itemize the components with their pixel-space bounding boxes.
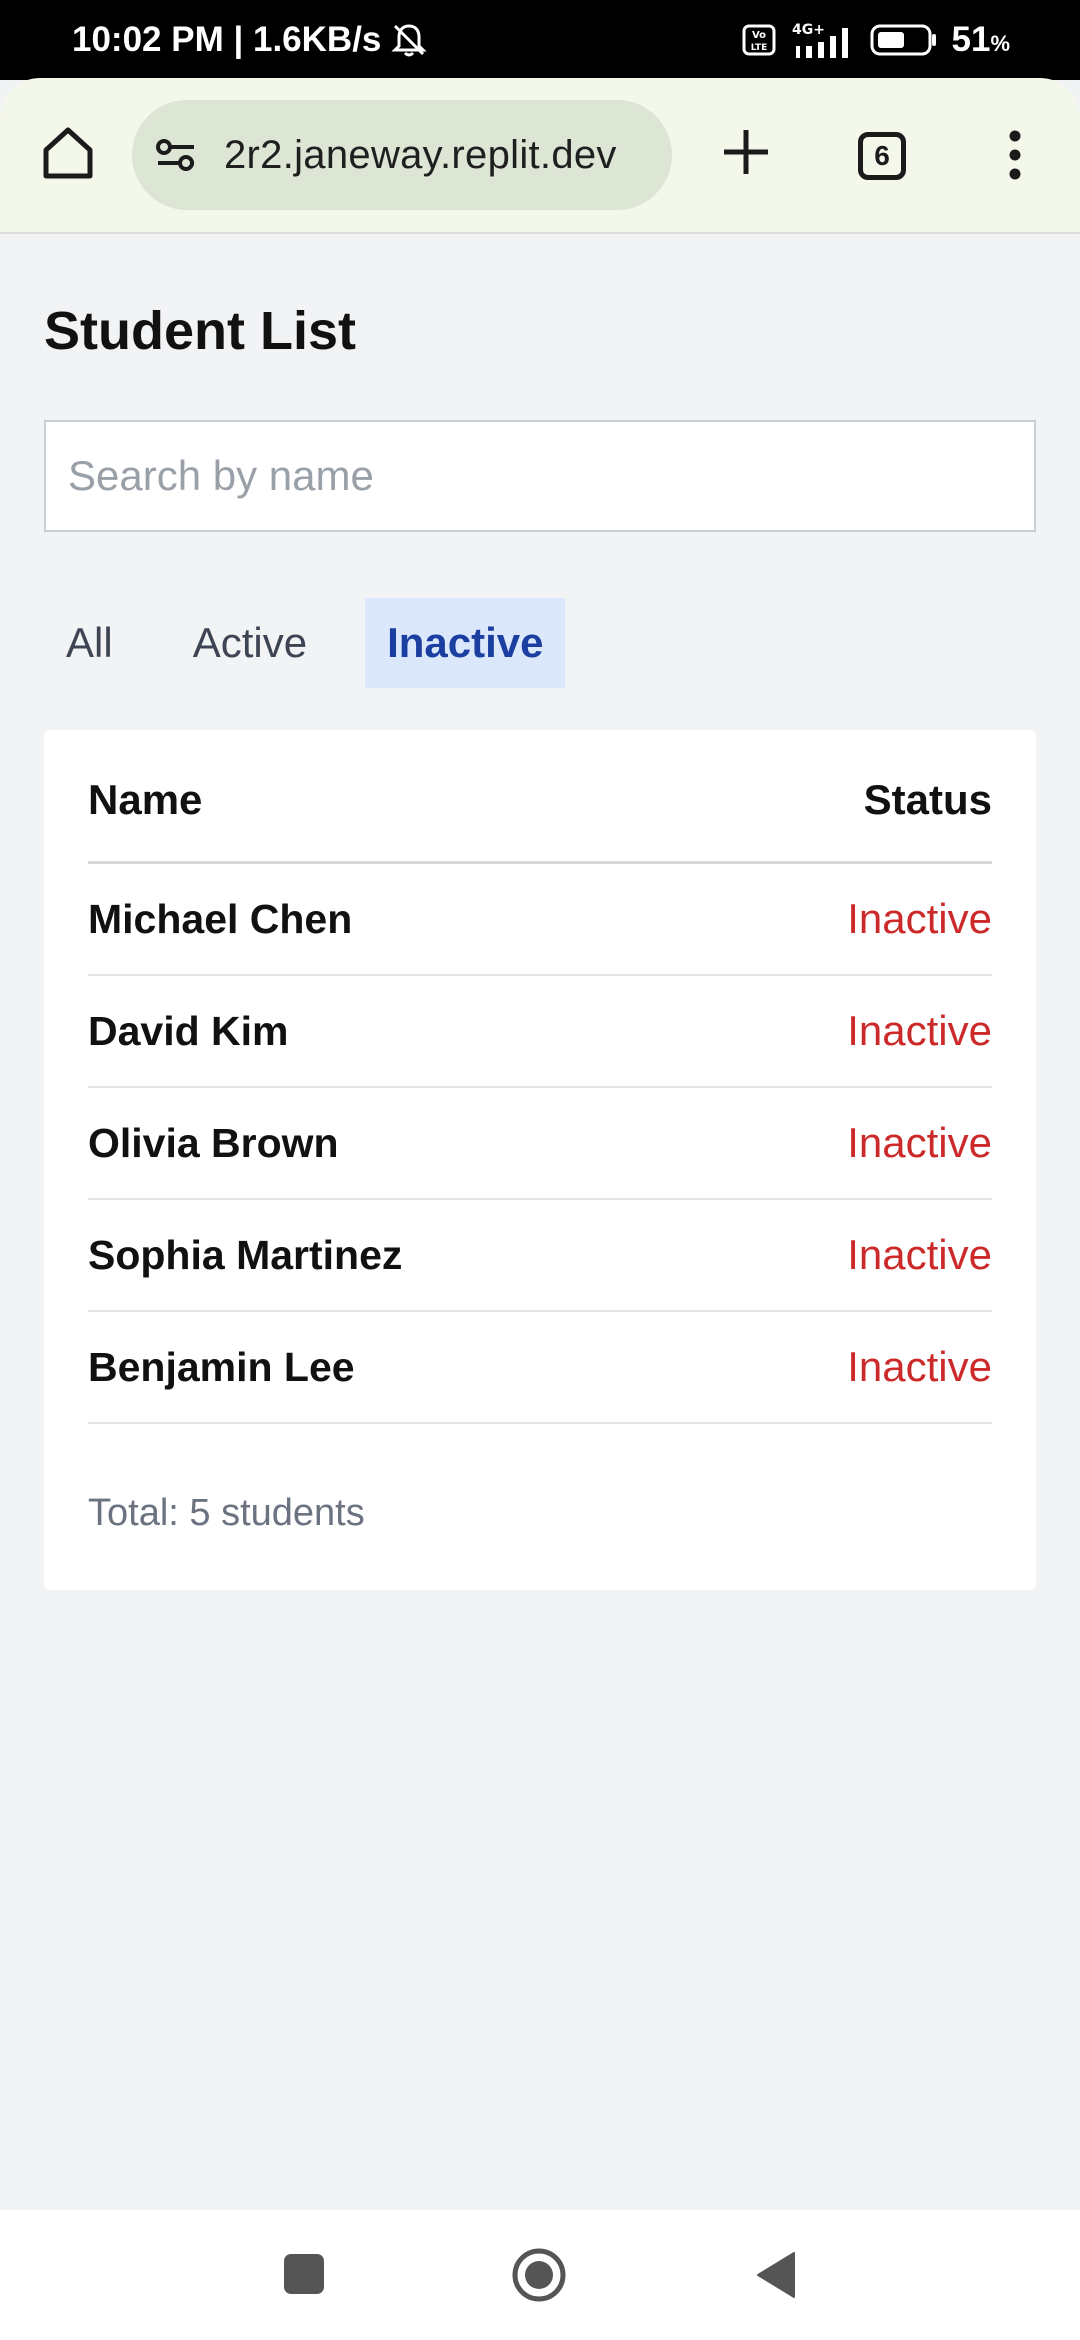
student-table-card: Name Status Michael Chen Inactive David … [44,730,1036,1590]
filter-tab-all[interactable]: All [44,598,135,688]
table-body: Michael Chen Inactive David Kim Inactive… [88,864,992,1424]
column-header-status: Status [863,775,992,823]
column-header-name: Name [88,775,203,823]
total-count: Total: 5 students [88,1492,365,1534]
search-input[interactable] [44,420,1036,532]
page-title: Student List [44,301,356,361]
home-nav-button[interactable] [510,2246,568,2304]
status-label: Inactive [847,1231,992,1278]
more-menu-button[interactable] [1000,122,1030,188]
browser-toolbar: 2r2.janeway.replit.dev 6 [0,78,1080,234]
signal-icon: 4G+ [790,20,856,60]
volte-icon: Vo LTE [742,24,776,56]
status-label: Inactive [847,1343,992,1390]
back-button[interactable] [752,2250,800,2300]
student-name: Michael Chen [88,895,353,942]
table-row[interactable]: Sophia Martinez Inactive [88,1200,992,1312]
student-name: Olivia Brown [88,1119,339,1166]
battery-icon [870,23,938,57]
svg-text:Vo: Vo [751,30,765,41]
filter-tab-active[interactable]: Active [171,598,329,688]
url-text: 2r2.janeway.replit.dev [224,132,617,177]
status-label: Inactive [847,895,992,942]
table-header: Name Status [88,730,992,864]
table-row[interactable]: David Kim Inactive [88,976,992,1088]
svg-text:LTE: LTE [750,43,767,53]
recents-button[interactable] [280,2250,328,2298]
address-bar[interactable]: 2r2.janeway.replit.dev [132,100,672,210]
battery-level: 51 [951,20,991,59]
student-name: Sophia Martinez [88,1231,403,1278]
student-name: David Kim [88,1007,289,1054]
home-icon [43,127,93,179]
new-tab-button[interactable] [716,122,776,182]
network-label: 4G+ [792,22,825,38]
table-row[interactable]: Michael Chen Inactive [88,864,992,976]
table-row[interactable]: Benjamin Lee Inactive [88,1312,992,1424]
back-triangle-icon [757,2252,795,2298]
battery-unit: % [990,31,1010,56]
system-nav-bar [0,2210,1080,2340]
status-bar: 10:02 PM | 1.6KB/s Vo LTE 4G+ 51% [0,0,1080,80]
circle-home-icon [512,2248,566,2302]
home-button[interactable] [38,122,98,182]
silent-bell-icon [389,20,429,60]
filter-tabs: All Active Inactive [44,598,566,688]
square-icon [284,2254,324,2294]
status-label: Inactive [847,1119,992,1166]
plus-icon [724,130,768,174]
status-label: Inactive [847,1007,992,1054]
tab-switcher-button[interactable]: 6 [858,132,906,180]
student-name: Benjamin Lee [88,1343,355,1390]
more-vert-icon [1009,130,1021,180]
status-time-speed: 10:02 PM | 1.6KB/s [72,20,382,59]
filter-tab-inactive[interactable]: Inactive [365,598,566,688]
tab-count: 6 [874,140,890,171]
site-settings-icon[interactable] [152,131,200,179]
table-row[interactable]: Olivia Brown Inactive [88,1088,992,1200]
